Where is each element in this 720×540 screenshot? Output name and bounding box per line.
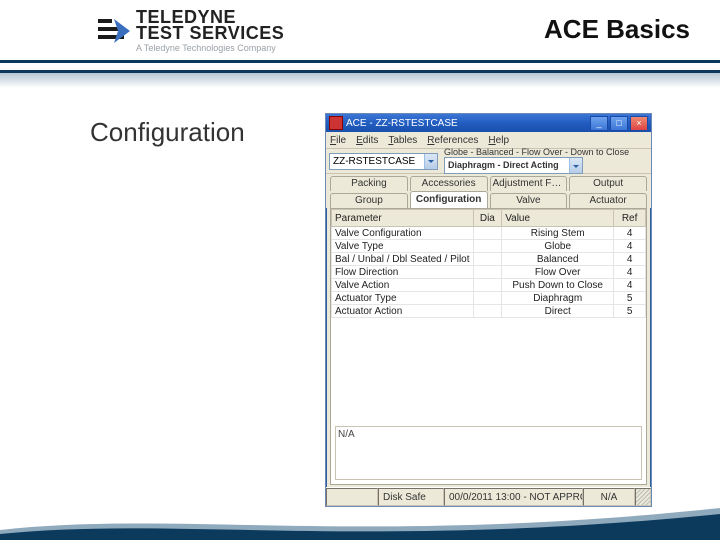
ace-window: ACE - ZZ-RSTESTCASE _ □ × File Edits Tab… bbox=[325, 113, 652, 507]
summary-line: Globe - Balanced - Flow Over - Down to C… bbox=[444, 148, 629, 157]
col-dia[interactable]: Dia bbox=[473, 210, 502, 227]
table-cell[interactable]: Flow Direction bbox=[332, 266, 474, 279]
table-row[interactable]: Actuator Action Direct5 bbox=[332, 305, 646, 318]
table-cell[interactable] bbox=[473, 292, 502, 305]
toolbar: ZZ-RSTESTCASE Globe - Balanced - Flow Ov… bbox=[326, 149, 651, 174]
tab-group[interactable]: Group bbox=[330, 193, 408, 208]
table-row[interactable]: Actuator Type Diaphragm5 bbox=[332, 292, 646, 305]
description-box: N/A bbox=[335, 426, 642, 480]
table-cell[interactable]: Flow Over bbox=[502, 266, 614, 279]
window-maximize-button[interactable]: □ bbox=[610, 116, 628, 131]
tab-actuator[interactable]: Actuator bbox=[569, 193, 647, 208]
actuator-combo[interactable]: Diaphragm - Direct Acting bbox=[444, 157, 583, 174]
brand-line2: TEST SERVICES bbox=[136, 24, 284, 42]
window-minimize-button[interactable]: _ bbox=[590, 116, 608, 131]
table-cell[interactable]: Diaphragm bbox=[502, 292, 614, 305]
header-separator bbox=[0, 60, 720, 63]
tab-strip: Packing Accessories Adjustment Factors O… bbox=[326, 174, 651, 208]
app-icon bbox=[329, 116, 343, 130]
table-cell[interactable] bbox=[473, 253, 502, 266]
table-cell[interactable]: Rising Stem bbox=[502, 227, 614, 240]
table-cell[interactable]: Valve Type bbox=[332, 240, 474, 253]
tab-packing[interactable]: Packing bbox=[330, 176, 408, 191]
table-cell[interactable]: Actuator Type bbox=[332, 292, 474, 305]
table-cell[interactable]: Valve Configuration bbox=[332, 227, 474, 240]
table-cell[interactable]: Actuator Action bbox=[332, 305, 474, 318]
tab-accessories[interactable]: Accessories bbox=[410, 176, 488, 191]
table-cell[interactable]: 4 bbox=[614, 227, 646, 240]
configuration-panel: Parameter Dia Value Ref Valve Configurat… bbox=[330, 208, 647, 485]
testcase-combo[interactable]: ZZ-RSTESTCASE bbox=[329, 153, 438, 170]
table-row[interactable]: Valve Type Globe4 bbox=[332, 240, 646, 253]
table-cell[interactable]: 4 bbox=[614, 266, 646, 279]
tab-output[interactable]: Output bbox=[569, 176, 647, 191]
window-titlebar[interactable]: ACE - ZZ-RSTESTCASE _ □ × bbox=[326, 114, 651, 132]
col-value[interactable]: Value bbox=[502, 210, 614, 227]
table-cell[interactable] bbox=[473, 240, 502, 253]
table-cell[interactable]: Direct bbox=[502, 305, 614, 318]
table-row[interactable]: Valve Action Push Down to Close4 bbox=[332, 279, 646, 292]
table-cell[interactable] bbox=[473, 279, 502, 292]
table-row[interactable]: Valve Configuration Rising Stem4 bbox=[332, 227, 646, 240]
section-label: Configuration bbox=[90, 118, 240, 147]
tab-configuration[interactable]: Configuration bbox=[410, 191, 488, 208]
menu-file[interactable]: File bbox=[330, 135, 346, 146]
brand-logo-icon bbox=[98, 15, 130, 47]
slide-header: TELEDYNE TEST SERVICES A Teledyne Techno… bbox=[0, 0, 720, 70]
menu-references[interactable]: References bbox=[427, 135, 478, 146]
menu-tables[interactable]: Tables bbox=[388, 135, 417, 146]
col-parameter[interactable]: Parameter bbox=[332, 210, 474, 227]
col-ref[interactable]: Ref bbox=[614, 210, 646, 227]
table-cell[interactable]: 4 bbox=[614, 279, 646, 292]
table-cell[interactable]: Push Down to Close bbox=[502, 279, 614, 292]
table-cell[interactable]: 4 bbox=[614, 253, 646, 266]
footer-wave bbox=[0, 500, 720, 540]
tab-valve[interactable]: Valve bbox=[490, 193, 568, 208]
table-cell[interactable]: Bal / Unbal / Dbl Seated / Pilot bbox=[332, 253, 474, 266]
menu-edits[interactable]: Edits bbox=[356, 135, 378, 146]
page-title: ACE Basics bbox=[544, 14, 690, 45]
configuration-grid[interactable]: Parameter Dia Value Ref Valve Configurat… bbox=[331, 209, 646, 318]
table-cell[interactable] bbox=[473, 305, 502, 318]
table-row[interactable]: Bal / Unbal / Dbl Seated / Pilot Balanced… bbox=[332, 253, 646, 266]
table-cell[interactable]: Balanced bbox=[502, 253, 614, 266]
table-cell[interactable] bbox=[473, 266, 502, 279]
table-cell[interactable]: 4 bbox=[614, 240, 646, 253]
header-gradient bbox=[0, 70, 720, 88]
brand-block: TELEDYNE TEST SERVICES A Teledyne Techno… bbox=[98, 8, 284, 53]
window-title: ACE - ZZ-RSTESTCASE bbox=[346, 118, 458, 129]
table-cell[interactable] bbox=[473, 227, 502, 240]
window-close-button[interactable]: × bbox=[630, 116, 648, 131]
menu-help[interactable]: Help bbox=[488, 135, 509, 146]
brand-subtitle: A Teledyne Technologies Company bbox=[136, 44, 284, 53]
table-cell[interactable]: 5 bbox=[614, 305, 646, 318]
table-cell[interactable]: 5 bbox=[614, 292, 646, 305]
table-cell[interactable]: Valve Action bbox=[332, 279, 474, 292]
table-row[interactable]: Flow Direction Flow Over4 bbox=[332, 266, 646, 279]
tab-adjustment-factors[interactable]: Adjustment Factors bbox=[490, 176, 568, 191]
table-cell[interactable]: Globe bbox=[502, 240, 614, 253]
